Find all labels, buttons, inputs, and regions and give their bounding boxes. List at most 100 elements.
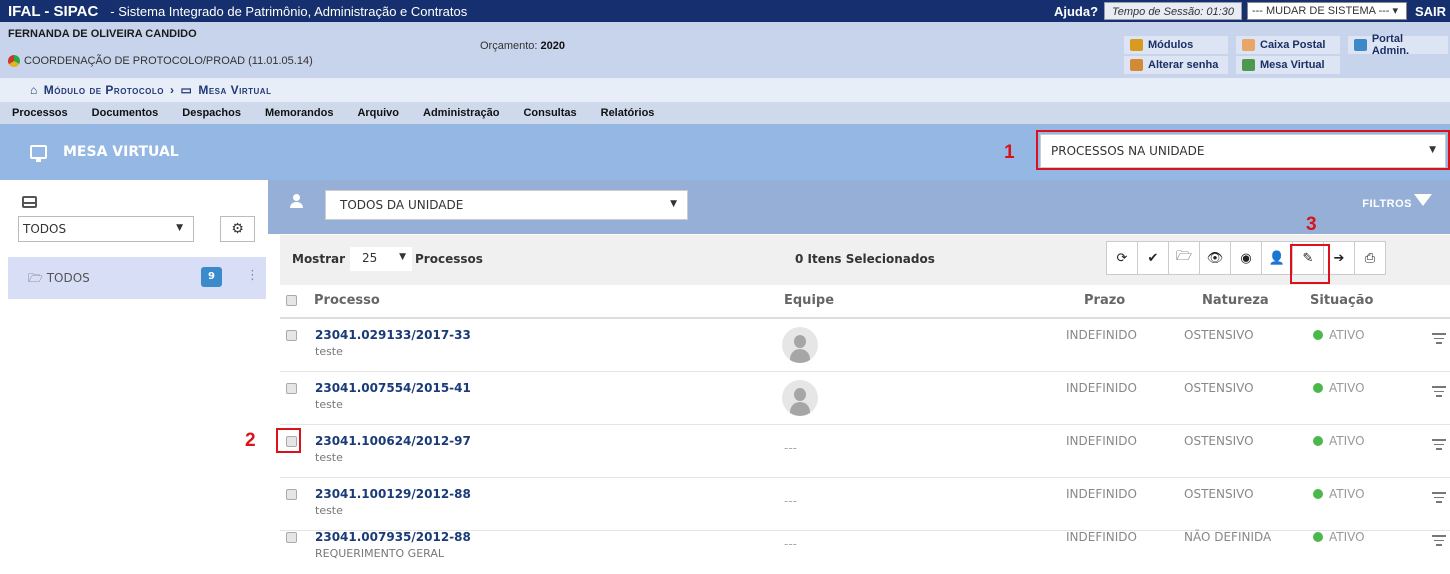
process-number[interactable]: 23041.100624/2012-97	[315, 434, 471, 448]
gear-icon: ⚙	[231, 221, 244, 237]
monitor-icon: ▭	[180, 83, 193, 97]
system-select-label: --- MUDAR DE SISTEMA ---	[1251, 5, 1390, 17]
team-filter-label: TODOS DA UNIDADE	[340, 198, 464, 212]
menu-arquivo[interactable]: Arquivo	[345, 107, 411, 119]
hide-eye-button[interactable]: ◉	[1230, 241, 1262, 275]
check-button[interactable]: ✔	[1137, 241, 1169, 275]
count-badge: 9	[201, 267, 222, 287]
natureza-value: OSTENSIVO	[1184, 434, 1254, 448]
process-number[interactable]: 23041.007935/2012-88	[315, 530, 471, 544]
status-label: ATIVO	[1329, 381, 1365, 395]
annotation-box-1	[1036, 130, 1450, 170]
caixa-postal-link[interactable]: Caixa Postal	[1236, 36, 1340, 54]
portal-label: Portal Admin.	[1371, 33, 1410, 57]
table-row[interactable]: 23041.007554/2015-41 teste INDEFINIDO OS…	[280, 372, 1450, 425]
menu-administracao[interactable]: Administração	[411, 107, 511, 119]
settings-button[interactable]: ⚙	[220, 216, 255, 242]
process-description: teste	[315, 504, 343, 517]
menu-memorandos[interactable]: Memorandos	[253, 107, 345, 119]
row-menu-icon[interactable]	[1432, 535, 1446, 546]
process-number[interactable]: 23041.100129/2012-88	[315, 487, 471, 501]
page-size-select[interactable]: 25 ▼	[350, 247, 412, 271]
status-dot-icon	[1313, 532, 1323, 542]
main-menu: Processos Documentos Despachos Memorando…	[0, 102, 1450, 124]
table-row[interactable]: 23041.029133/2017-33 teste INDEFINIDO OS…	[280, 319, 1450, 372]
system-select[interactable]: --- MUDAR DE SISTEMA --- ▾	[1246, 2, 1407, 20]
user-unit[interactable]: COORDENAÇÃO DE PROTOCOLO/PROAD (11.01.05…	[8, 55, 313, 67]
row-checkbox[interactable]	[286, 383, 297, 394]
row-checkbox[interactable]	[286, 489, 297, 500]
menu-processos[interactable]: Processos	[0, 107, 80, 119]
col-natureza[interactable]: Natureza	[1202, 293, 1269, 308]
col-equipe[interactable]: Equipe	[784, 293, 834, 308]
senha-label: Alterar senha	[1148, 59, 1219, 71]
app-subtitle: - Sistema Integrado de Patrimônio, Admin…	[110, 3, 468, 19]
monitor-icon	[30, 145, 47, 162]
row-menu-icon[interactable]	[1432, 439, 1446, 450]
modulos-label: Módulos	[1148, 39, 1194, 51]
view-eye-button[interactable]: 👁	[1199, 241, 1231, 275]
desk-icon	[1242, 59, 1255, 71]
row-checkbox[interactable]	[286, 532, 297, 543]
filter-bar: TODOS DA UNIDADE ▼ FILTROS	[268, 180, 1450, 234]
row-menu-icon[interactable]	[1432, 333, 1446, 344]
app-brand[interactable]: IFAL - SIPAC	[0, 3, 98, 20]
annotation-3: 3	[1306, 214, 1317, 235]
menu-documentos[interactable]: Documentos	[80, 107, 171, 119]
col-situacao[interactable]: Situação	[1310, 293, 1373, 308]
budget-year: 2020	[540, 40, 566, 52]
breadcrumb: ⌂ Módulo de Protocolo › ▭ Mesa Virtual	[0, 78, 1450, 102]
table-row[interactable]: 23041.007935/2012-88 REQUERIMENTO GERAL …	[280, 521, 1450, 574]
menu-despachos[interactable]: Despachos	[170, 107, 253, 119]
row-menu-icon[interactable]	[1432, 386, 1446, 397]
more-options-icon[interactable]: ⋮	[246, 268, 259, 283]
sidebar-folder-todos[interactable]: 🗁 TODOS 9 ⋮	[8, 257, 266, 299]
exit-link[interactable]: SAIR	[1407, 4, 1450, 19]
team-filter-select[interactable]: TODOS DA UNIDADE ▼	[325, 190, 688, 220]
process-description: REQUERIMENTO GERAL	[315, 547, 445, 560]
refresh-button[interactable]: ⟳	[1106, 241, 1138, 275]
mesa-label: Mesa Virtual	[1260, 59, 1325, 71]
select-all-checkbox[interactable]	[286, 295, 297, 306]
home-icon[interactable]: ⌂	[30, 83, 38, 97]
unit-icon	[8, 55, 20, 67]
avatar	[782, 327, 818, 363]
inbox-icon	[22, 196, 37, 208]
mesa-virtual-link[interactable]: Mesa Virtual	[1236, 56, 1340, 74]
funnel-icon[interactable]	[1414, 194, 1432, 206]
row-checkbox[interactable]	[286, 330, 297, 341]
export-button[interactable]: ⎙	[1354, 241, 1386, 275]
col-prazo[interactable]: Prazo	[1084, 293, 1125, 308]
filters-button[interactable]: FILTROS	[1362, 198, 1412, 210]
processos-label: Processos	[415, 252, 483, 266]
caixa-label: Caixa Postal	[1260, 39, 1326, 51]
menu-consultas[interactable]: Consultas	[511, 107, 588, 119]
open-folder-button[interactable]: 🗁	[1168, 241, 1200, 275]
breadcrumb-module[interactable]: Módulo de Protocolo	[44, 83, 164, 97]
avatar	[782, 380, 818, 416]
table-row[interactable]: 23041.100624/2012-97 teste --- INDEFINID…	[280, 425, 1450, 478]
prazo-value: INDEFINIDO	[1066, 434, 1137, 448]
team-empty: ---	[784, 537, 797, 551]
main-panel: TODOS DA UNIDADE ▼ FILTROS Mostrar 25 ▼ Pr…	[268, 180, 1450, 564]
menu-relatorios[interactable]: Relatórios	[589, 107, 667, 119]
status-dot-icon	[1313, 436, 1323, 446]
mesa-title: MESA VIRTUAL	[30, 144, 179, 162]
portal-admin-link[interactable]: Portal Admin.	[1348, 33, 1448, 57]
status-dot-icon	[1313, 383, 1323, 393]
sidebar-filter-select[interactable]: TODOS ▼	[18, 216, 194, 242]
sidebar-filter-label: TODOS	[23, 222, 67, 236]
annotation-2: 2	[245, 430, 256, 451]
chevron-down-icon: ▼	[670, 199, 677, 209]
add-user-button[interactable]: 👤	[1261, 241, 1293, 275]
process-number[interactable]: 23041.029133/2017-33	[315, 328, 471, 342]
process-number[interactable]: 23041.007554/2015-41	[315, 381, 471, 395]
col-processo[interactable]: Processo	[314, 293, 380, 308]
prazo-value: INDEFINIDO	[1066, 381, 1137, 395]
alterar-senha-link[interactable]: Alterar senha	[1124, 56, 1228, 74]
budget-label: Orçamento:	[480, 40, 538, 52]
modulos-link[interactable]: Módulos	[1124, 36, 1228, 54]
breadcrumb-mesa[interactable]: Mesa Virtual	[198, 83, 271, 97]
row-menu-icon[interactable]	[1432, 492, 1446, 503]
help-link[interactable]: Ajuda?	[1048, 4, 1104, 19]
